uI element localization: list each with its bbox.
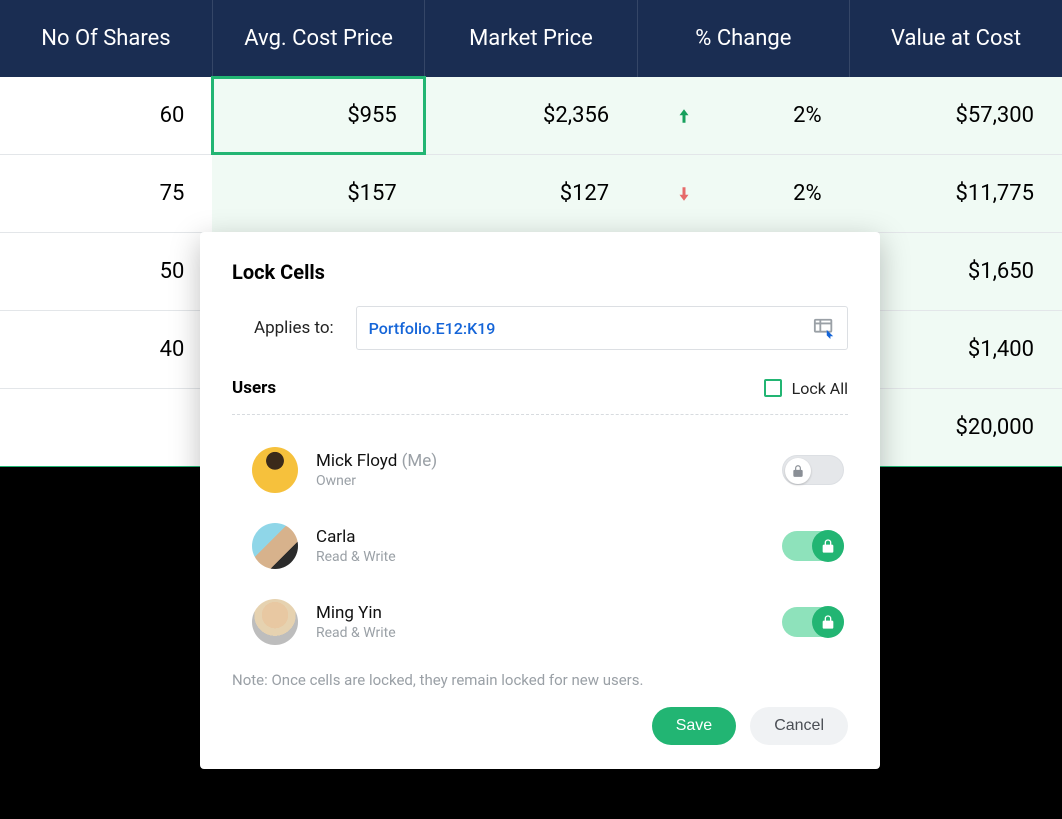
user-meta: Carla Read & Write	[316, 527, 764, 565]
col-value-at-cost: Value at Cost	[850, 0, 1062, 77]
dialog-actions: Save Cancel	[232, 707, 848, 745]
cell-shares[interactable]: 40	[0, 311, 212, 389]
cell-avg-cost[interactable]: $955	[212, 77, 424, 155]
user-role: Read & Write	[316, 549, 764, 565]
user-name: Ming Yin	[316, 603, 764, 623]
cell-change-value: 2%	[793, 181, 821, 206]
lock-icon	[785, 458, 811, 484]
save-button[interactable]: Save	[652, 707, 736, 745]
cancel-button[interactable]: Cancel	[750, 707, 848, 745]
col-market-price: Market Price	[425, 0, 637, 77]
lock-all-checkbox[interactable]: Lock All	[764, 379, 848, 398]
cell-value[interactable]: $11,775	[850, 155, 1062, 233]
user-role: Read & Write	[316, 625, 764, 641]
avatar	[252, 599, 298, 645]
divider	[232, 414, 848, 415]
user-name: Mick Floyd (Me)	[316, 451, 764, 471]
dialog-title: Lock Cells	[232, 260, 848, 284]
arrow-up-icon	[675, 105, 693, 127]
cell-market[interactable]: $127	[425, 155, 637, 233]
user-name: Carla	[316, 527, 764, 547]
col-no-of-shares: No Of Shares	[0, 0, 212, 77]
avatar	[252, 523, 298, 569]
avatar	[252, 447, 298, 493]
range-value: Portfolio.E12:K19	[369, 319, 496, 338]
cell-value[interactable]: $1,650	[850, 233, 1062, 311]
range-picker-icon[interactable]	[813, 317, 835, 339]
user-meta: Ming Yin Read & Write	[316, 603, 764, 641]
table-row[interactable]: 60 $955 $2,356 2% $57,300	[0, 77, 1062, 155]
cell-shares[interactable]: 60	[0, 77, 212, 155]
user-role: Owner	[316, 473, 764, 489]
checkbox-icon[interactable]	[764, 379, 782, 397]
applies-to-row: Applies to: Portfolio.E12:K19	[232, 306, 848, 350]
table-row[interactable]: 75 $157 $127 2% $11,775	[0, 155, 1062, 233]
cell-shares[interactable]	[0, 389, 212, 467]
user-row: Mick Floyd (Me) Owner	[232, 437, 848, 503]
cell-shares[interactable]: 75	[0, 155, 212, 233]
cell-shares[interactable]: 50	[0, 233, 212, 311]
user-row: Ming Yin Read & Write	[232, 589, 848, 655]
col-pct-change: % Change	[637, 0, 849, 77]
lock-toggle[interactable]	[782, 531, 844, 561]
user-meta: Mick Floyd (Me) Owner	[316, 451, 764, 489]
user-row: Carla Read & Write	[232, 513, 848, 579]
cell-market[interactable]: $2,356	[425, 77, 637, 155]
cell-change[interactable]: 2%	[637, 77, 849, 155]
lock-toggle[interactable]	[782, 455, 844, 485]
cell-value[interactable]: $57,300	[850, 77, 1062, 155]
cell-value[interactable]: $20,000	[850, 389, 1062, 467]
cell-change[interactable]: 2%	[637, 155, 849, 233]
users-header: Users Lock All	[232, 378, 848, 398]
users-title: Users	[232, 378, 276, 398]
lock-all-label: Lock All	[792, 379, 848, 398]
range-input[interactable]: Portfolio.E12:K19	[356, 306, 848, 350]
table-header-row: No Of Shares Avg. Cost Price Market Pric…	[0, 0, 1062, 77]
applies-to-label: Applies to:	[254, 318, 334, 338]
col-avg-cost-price: Avg. Cost Price	[212, 0, 424, 77]
lock-cells-dialog: Lock Cells Applies to: Portfolio.E12:K19…	[200, 232, 880, 769]
cell-change-value: 2%	[793, 103, 821, 128]
dialog-note: Note: Once cells are locked, they remain…	[232, 671, 848, 689]
lock-icon	[812, 606, 844, 638]
arrow-down-icon	[675, 183, 693, 205]
lock-icon	[812, 530, 844, 562]
cell-avg-cost[interactable]: $157	[212, 155, 424, 233]
cell-value[interactable]: $1,400	[850, 311, 1062, 389]
lock-toggle[interactable]	[782, 607, 844, 637]
